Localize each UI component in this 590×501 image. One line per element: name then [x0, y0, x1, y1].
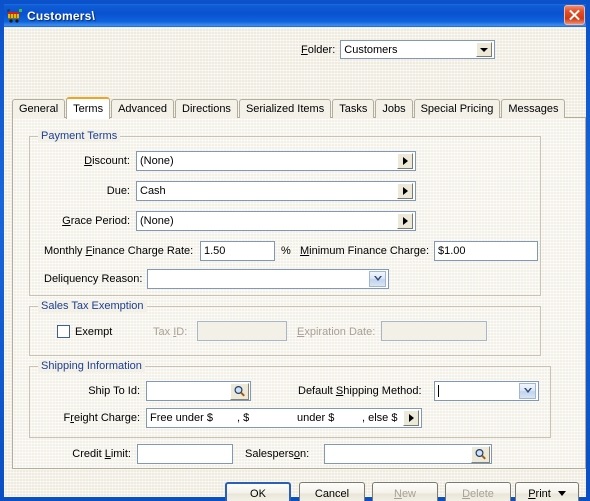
freight-part-1: Free under $: [150, 412, 213, 424]
discount-combobox[interactable]: (None): [136, 151, 416, 171]
chevron-right-icon[interactable]: [403, 410, 419, 426]
tax-id-input[interactable]: [197, 321, 287, 341]
exempt-checkbox[interactable]: [57, 325, 70, 338]
expiration-date-label: Expiration Date:: [297, 326, 376, 338]
ok-button[interactable]: OK: [225, 482, 291, 501]
tab-general[interactable]: General: [12, 99, 66, 118]
exempt-label: Exempt: [75, 326, 113, 338]
percent-symbol: %: [281, 245, 291, 257]
tab-serialized-items[interactable]: Serialized Items: [238, 99, 332, 118]
tab-strip: General Terms Advanced Directions Serial…: [12, 96, 566, 119]
ship-to-id-label: Ship To Id:: [88, 385, 140, 397]
monthly-finance-charge-rate-label: Monthly Finance Charge Rate:: [44, 245, 194, 257]
payment-terms-caption: Payment Terms: [38, 130, 121, 142]
chevron-down-icon[interactable]: [519, 383, 536, 399]
window-title: Customers\: [27, 8, 96, 23]
minimum-finance-charge-label: Minimum Finance Charge:: [300, 245, 430, 257]
tab-jobs[interactable]: Jobs: [375, 99, 413, 118]
close-icon[interactable]: [564, 5, 585, 25]
delinquency-reason-combobox[interactable]: [147, 269, 389, 289]
terms-tab-surface: Payment Terms Discount: (None) Due: Cash: [13, 118, 585, 468]
delete-button[interactable]: Delete: [445, 482, 511, 501]
due-combobox[interactable]: Cash: [136, 181, 416, 201]
chevron-down-icon[interactable]: [369, 271, 386, 287]
cancel-button[interactable]: Cancel: [299, 482, 365, 501]
grace-period-label: Grace Period:: [62, 215, 130, 227]
folder-row: Folder: Customers: [301, 40, 496, 59]
sales-tax-exemption-group: Sales Tax Exemption Exempt Tax ID: Expir…: [29, 300, 541, 356]
magnifier-icon[interactable]: [230, 382, 249, 400]
minimum-finance-charge-input[interactable]: $1.00: [434, 241, 538, 261]
freight-charge-text: Free under $ , $ under $ , else $: [147, 409, 403, 427]
salesperson-input[interactable]: [324, 444, 492, 464]
tab-advanced[interactable]: Advanced: [111, 99, 175, 118]
chevron-right-icon[interactable]: [397, 183, 413, 199]
credit-limit-label: Credit Limit:: [72, 448, 131, 460]
due-label: Due:: [106, 185, 130, 197]
tab-messages[interactable]: Messages: [501, 99, 566, 118]
default-shipping-method-value: [435, 385, 519, 398]
title-bar: Customers\: [4, 4, 586, 27]
freight-part-2: , $: [237, 412, 250, 424]
payment-terms-group: Payment Terms Discount: (None) Due: Cash: [29, 130, 541, 296]
tab-terms[interactable]: Terms: [66, 97, 111, 119]
discount-value: (None): [140, 155, 174, 167]
tax-id-label: Tax ID:: [153, 326, 188, 338]
ship-to-id-input[interactable]: [146, 381, 251, 401]
monthly-finance-charge-rate-value: 1.50: [204, 245, 226, 257]
chevron-down-icon[interactable]: [476, 42, 493, 57]
freight-part-3: under $: [297, 412, 335, 424]
shopping-cart-icon: [7, 8, 23, 24]
chevron-down-icon[interactable]: [557, 491, 566, 496]
shipping-information-group: Shipping Information Ship To Id: Default…: [29, 360, 551, 438]
tab-tasks[interactable]: Tasks: [332, 99, 375, 118]
freight-charge-composite-field[interactable]: Free under $ , $ under $ , else $: [146, 408, 422, 428]
sales-tax-exemption-caption: Sales Tax Exemption: [38, 300, 147, 312]
discount-label: Discount:: [84, 155, 130, 167]
dialog-client-area: Folder: Customers General Terms Advanced…: [4, 27, 586, 501]
shipping-information-caption: Shipping Information: [38, 360, 145, 372]
chevron-right-icon[interactable]: [397, 153, 413, 169]
folder-label: Folder:: [301, 43, 336, 56]
terms-tab-page: Payment Terms Discount: (None) Due: Cash: [12, 117, 586, 469]
monthly-finance-charge-rate-input[interactable]: 1.50: [200, 241, 275, 261]
print-button[interactable]: Print: [515, 482, 579, 501]
folder-combobox[interactable]: Customers: [340, 40, 496, 59]
chevron-right-icon[interactable]: [397, 213, 413, 229]
delinquency-reason-label: Deliquency Reason:: [44, 273, 143, 285]
minimum-finance-charge-value: $1.00: [438, 245, 466, 257]
freight-part-4: , else $: [362, 412, 398, 424]
credit-limit-input[interactable]: [137, 444, 233, 464]
freight-charge-label: Freight Charge:: [63, 412, 140, 424]
tab-directions[interactable]: Directions: [175, 99, 238, 118]
grace-period-value: (None): [140, 215, 174, 227]
expiration-date-input[interactable]: [381, 321, 487, 341]
grace-period-combobox[interactable]: (None): [136, 211, 416, 231]
magnifier-icon[interactable]: [471, 445, 490, 463]
folder-value: Customers: [344, 43, 398, 56]
default-shipping-method-combobox[interactable]: [434, 381, 539, 401]
customers-dialog-window: Customers\ Folder: Customers General Ter…: [0, 0, 590, 501]
due-value: Cash: [140, 185, 166, 197]
default-shipping-method-label: Default Shipping Method:: [298, 385, 422, 397]
tab-special-pricing[interactable]: Special Pricing: [413, 99, 501, 118]
salesperson-label: Salesperson:: [245, 448, 310, 460]
new-button[interactable]: New: [372, 482, 438, 501]
